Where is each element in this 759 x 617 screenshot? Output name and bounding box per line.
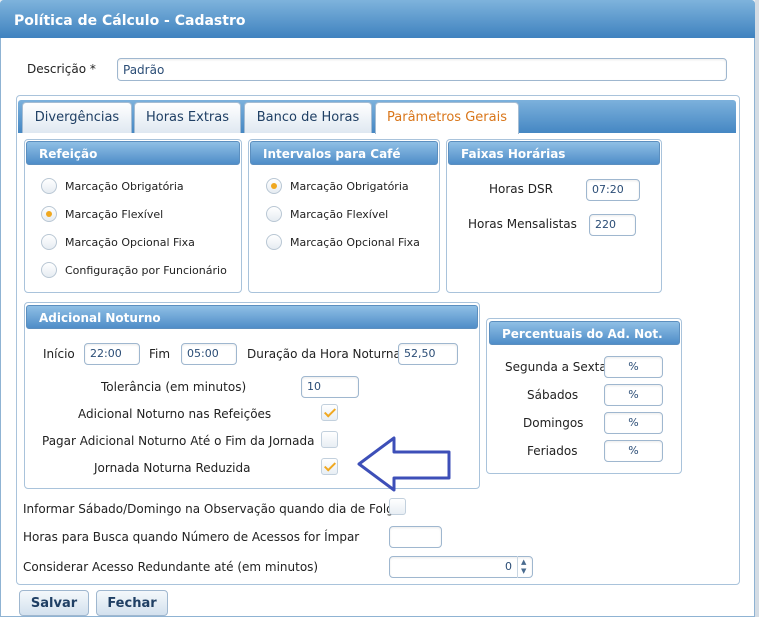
fim-input[interactable]: 05:00	[181, 343, 237, 365]
jornada-reduzida-label: Jornada Noturna Reduzida	[94, 461, 251, 475]
refeicao-option-label: Configuração por Funcionário	[65, 264, 227, 277]
jornada-reduzida-checkbox[interactable]	[321, 458, 338, 475]
percentual-domingos-input[interactable]: %	[604, 412, 663, 434]
refeicao-option-label: Marcação Opcional Fixa	[65, 236, 195, 249]
refeicao-radio-flexivel[interactable]	[41, 206, 57, 222]
nas-refeicoes-label: Adicional Noturno nas Refeições	[78, 407, 272, 421]
percentuais-header: Percentuais do Ad. Not.	[489, 321, 680, 345]
close-button[interactable]: Fechar	[96, 590, 168, 616]
cafe-radio-flexivel[interactable]	[266, 206, 282, 222]
descricao-label: Descrição *	[27, 62, 96, 76]
tab-horas-extras[interactable]: Horas Extras	[134, 102, 241, 133]
dialog-title: Política de Cálculo - Cadastro	[0, 0, 755, 38]
acesso-redundante-spinner[interactable]: ▲ ▼	[517, 556, 532, 578]
percentual-sabados-input[interactable]: %	[604, 384, 663, 406]
cafe-option-label: Marcação Flexível	[290, 208, 389, 221]
tolerancia-input[interactable]: 10	[301, 376, 359, 398]
horas-dsr-input[interactable]: 07:20	[586, 179, 640, 201]
descricao-input[interactable]: Padrão	[117, 58, 727, 81]
intervalos-cafe-header: Intervalos para Café	[250, 141, 438, 165]
inicio-input[interactable]: 22:00	[84, 343, 140, 365]
background-strip	[755, 0, 759, 617]
cafe-radio-obrigatoria[interactable]	[266, 178, 282, 194]
tab-parametros-gerais[interactable]: Parâmetros Gerais	[375, 102, 519, 134]
acesso-redundante-input[interactable]: 0	[389, 556, 533, 578]
left-arrow-icon	[357, 436, 451, 492]
percentual-label: Domingos	[523, 416, 584, 430]
acesso-redundante-label: Considerar Acesso Redundante até (em min…	[23, 560, 319, 574]
tolerancia-label: Tolerância (em minutos)	[101, 380, 247, 394]
refeicao-header: Refeição	[26, 141, 240, 165]
refeicao-radio-opcional-fixa[interactable]	[41, 234, 57, 250]
percentual-label: Segunda a Sexta	[505, 360, 607, 374]
percentual-label: Sábados	[527, 388, 579, 402]
informar-sabado-domingo-checkbox[interactable]	[389, 498, 406, 515]
refeicao-option-label: Marcação Obrigatória	[65, 180, 184, 193]
percentual-segunda-sexta-input[interactable]: %	[604, 356, 663, 378]
nas-refeicoes-checkbox[interactable]	[321, 404, 338, 421]
percentual-feriados-input[interactable]: %	[604, 440, 663, 462]
cafe-option-label: Marcação Opcional Fixa	[290, 236, 420, 249]
fim-label: Fim	[149, 347, 171, 361]
spin-up-icon[interactable]: ▲	[521, 559, 526, 566]
horas-dsr-label: Horas DSR	[489, 182, 553, 196]
informar-sabado-domingo-label: Informar Sábado/Domingo na Observação qu…	[23, 502, 402, 516]
spin-down-icon[interactable]: ▼	[521, 568, 526, 575]
ate-fim-jornada-checkbox[interactable]	[321, 431, 338, 448]
horas-busca-label: Horas para Busca quando Número de Acesso…	[23, 530, 360, 544]
horas-mensalistas-input[interactable]: 220	[589, 214, 636, 236]
duracao-input[interactable]: 52,50	[398, 343, 458, 365]
tab-banco-de-horas[interactable]: Banco de Horas	[244, 102, 372, 133]
adicional-noturno-header: Adicional Noturno	[26, 305, 478, 329]
percentual-label: Feriados	[527, 444, 578, 458]
cafe-option-label: Marcação Obrigatória	[290, 180, 409, 193]
inicio-label: Início	[43, 347, 75, 361]
tab-divergencias[interactable]: Divergências	[22, 102, 132, 133]
refeicao-radio-obrigatoria[interactable]	[41, 178, 57, 194]
save-button[interactable]: Salvar	[19, 590, 89, 616]
duracao-label: Duração da Hora Noturna	[247, 347, 401, 361]
cafe-radio-opcional-fixa[interactable]	[266, 234, 282, 250]
refeicao-radio-por-funcionario[interactable]	[41, 262, 57, 278]
ate-fim-jornada-label: Pagar Adicional Noturno Até o Fim da Jor…	[42, 434, 315, 448]
faixas-horarias-header: Faixas Horárias	[448, 141, 660, 165]
refeicao-option-label: Marcação Flexível	[65, 208, 164, 221]
horas-mensalistas-label: Horas Mensalistas	[468, 217, 577, 231]
horas-busca-input[interactable]	[389, 526, 442, 548]
